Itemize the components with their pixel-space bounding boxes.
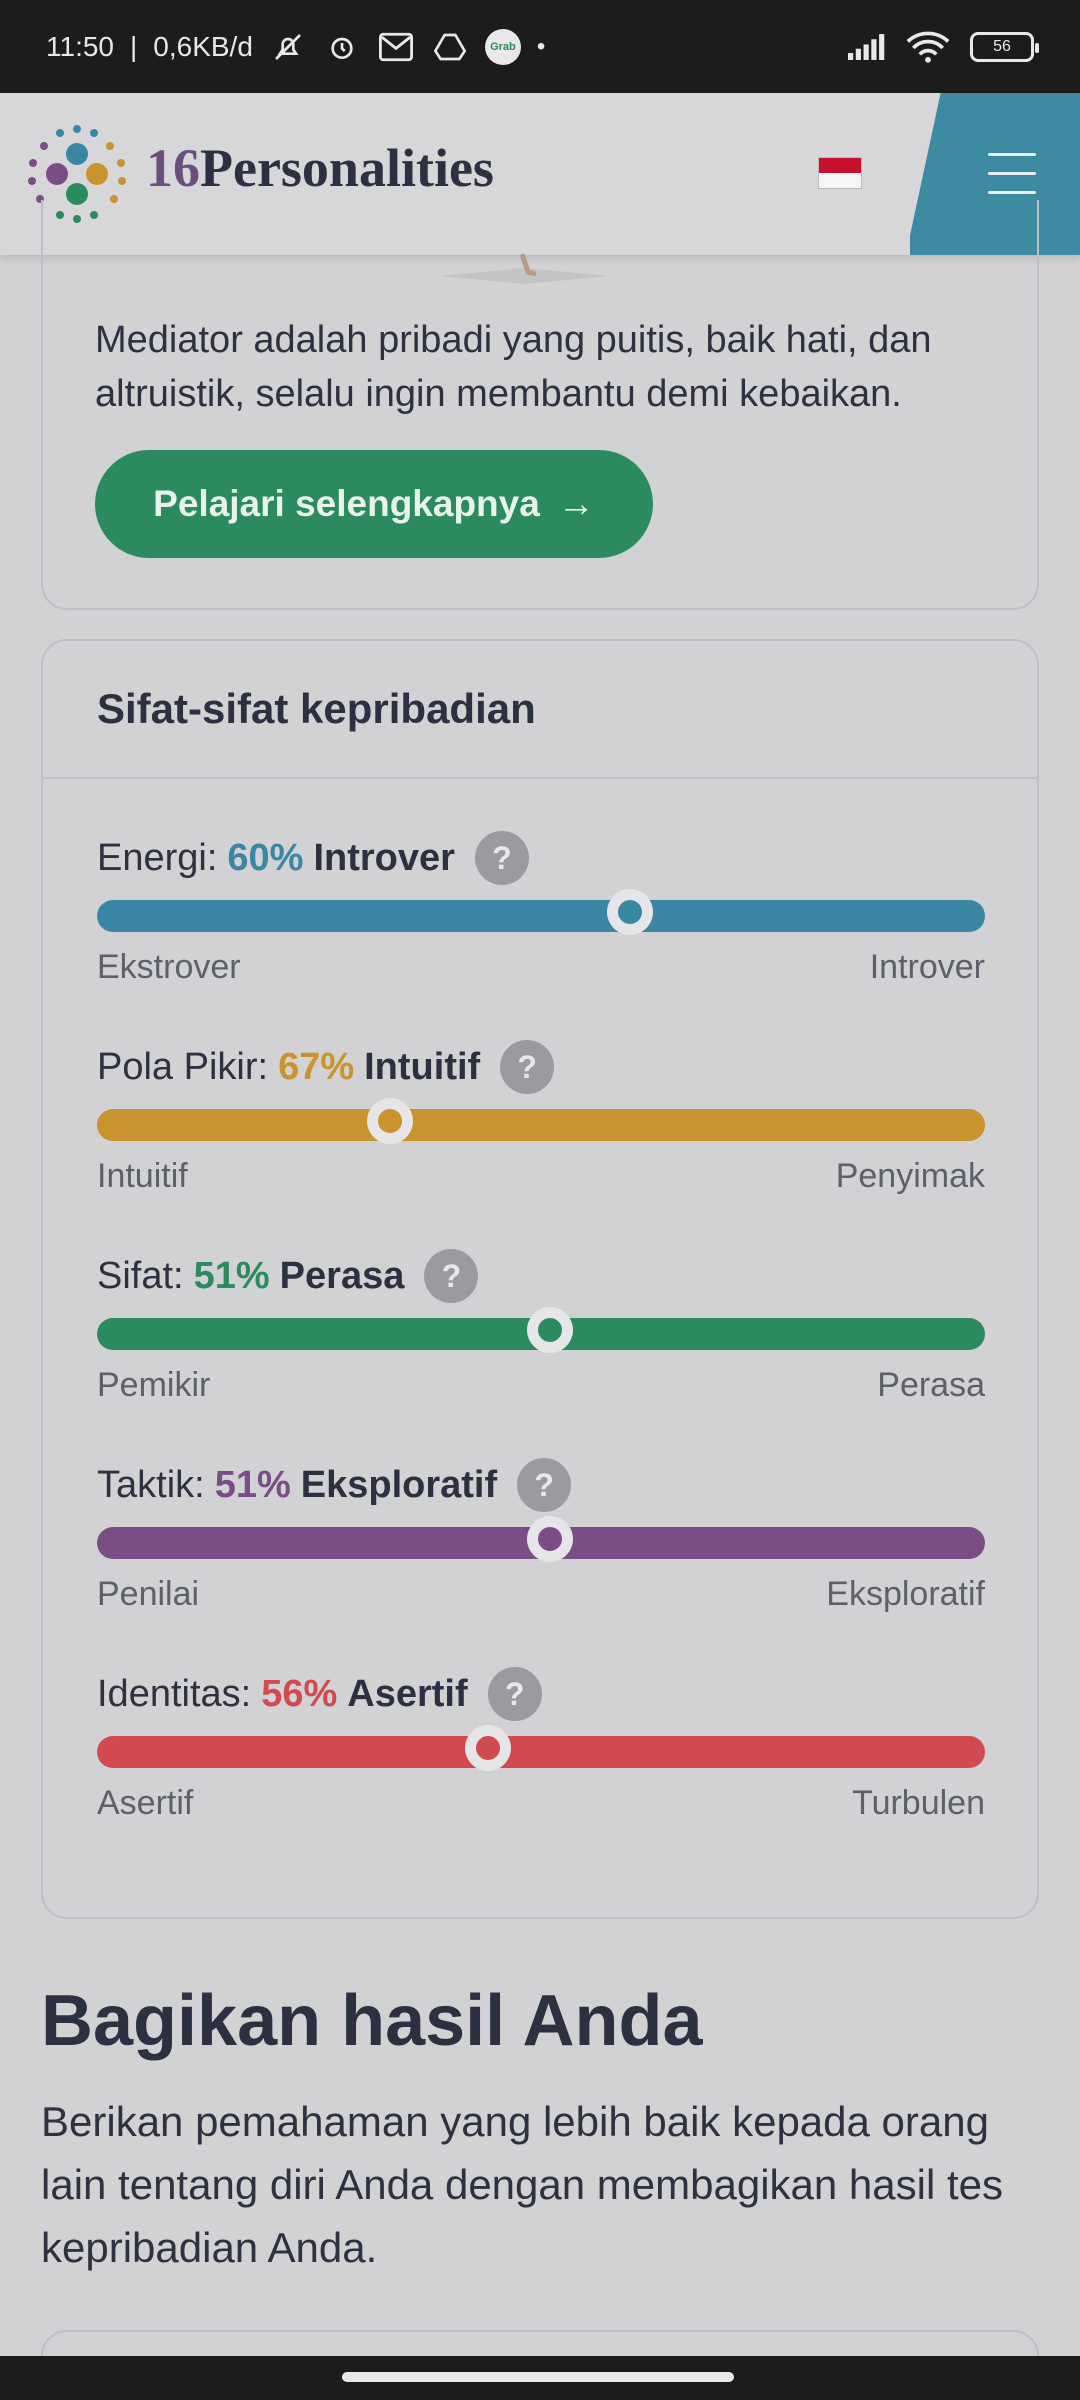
home-gesture-handle[interactable] <box>342 2372 734 2382</box>
brand-number: 16 <box>146 138 200 198</box>
trait-percent: 51% <box>193 1254 270 1297</box>
trait-right-pole: Perasa <box>877 1366 985 1404</box>
battery-icon: 56 <box>970 31 1039 62</box>
trait-slider-knob[interactable] <box>526 1307 573 1353</box>
trait-label: Pola Pikir: <box>97 1045 269 1088</box>
trait-value: Intuitif <box>364 1045 481 1088</box>
wifi-icon <box>904 28 952 66</box>
drive-icon <box>431 28 469 66</box>
traits-card-divider <box>43 777 1037 779</box>
help-icon[interactable]: ? <box>517 1458 572 1512</box>
trait-bar <box>97 1516 985 1562</box>
bell-off-icon <box>269 28 307 66</box>
grab-icon: Grab <box>484 28 521 65</box>
mediator-illustration <box>440 254 610 284</box>
trait-label: Energi: <box>97 836 218 879</box>
signal-icon <box>848 28 886 66</box>
brand-name: Personalities <box>200 138 494 198</box>
gmail-icon <box>377 28 415 66</box>
trait-slider-knob[interactable] <box>464 1725 511 1771</box>
trait-left-pole: Ekstrover <box>97 948 241 986</box>
trait-identity: Identitas: 56% Asertif ? Asertif Turbule… <box>97 1666 985 1822</box>
trait-left-pole: Intuitif <box>97 1157 188 1195</box>
trait-label: Identitas: <box>97 1672 252 1715</box>
help-icon[interactable]: ? <box>487 1667 542 1721</box>
learn-more-button[interactable]: Pelajari selengkapnya → <box>95 450 653 558</box>
trait-right-pole: Turbulen <box>852 1784 985 1822</box>
trait-percent: 51% <box>214 1463 291 1506</box>
trait-tactics: Taktik: 51% Eksploratif ? Penilai Eksplo… <box>97 1457 985 1613</box>
trait-left-pole: Penilai <box>97 1575 200 1613</box>
trait-value: Eksploratif <box>300 1463 498 1506</box>
trait-mind: Pola Pikir: 67% Intuitif ? Intuitif Peny… <box>97 1039 985 1195</box>
share-heading: Bagikan hasil Anda <box>41 1981 703 2061</box>
trait-bar <box>97 889 985 935</box>
help-icon[interactable]: ? <box>500 1040 555 1094</box>
system-nav-bar <box>0 2356 1080 2400</box>
trait-percent: 56% <box>261 1672 338 1715</box>
trait-slider-knob[interactable] <box>606 889 653 935</box>
help-icon[interactable]: ? <box>424 1249 479 1303</box>
trait-value: Perasa <box>279 1254 405 1297</box>
trait-bar <box>97 1725 985 1771</box>
battery-level: 56 <box>993 37 1011 55</box>
trait-bar <box>97 1098 985 1144</box>
status-dot: • <box>536 32 546 60</box>
trait-label: Taktik: <box>97 1463 205 1506</box>
trait-slider-knob[interactable] <box>367 1098 414 1144</box>
trait-percent: 60% <box>227 836 304 879</box>
trait-value: Introver <box>313 836 455 879</box>
trait-left-pole: Pemikir <box>97 1366 211 1404</box>
trait-left-pole: Asertif <box>97 1784 194 1822</box>
brand-logo-text[interactable]: 16Personalities <box>146 137 494 199</box>
mediator-description: Mediator adalah pribadi yang puitis, bai… <box>95 319 932 415</box>
trait-label: Sifat: <box>97 1254 184 1297</box>
trait-bar <box>97 1307 985 1353</box>
arrow-right-icon: → <box>557 483 595 524</box>
trait-nature: Sifat: 51% Perasa ? Pemikir Perasa <box>97 1248 985 1404</box>
trait-right-pole: Eksploratif <box>826 1575 985 1613</box>
learn-more-label: Pelajari selengkapnya <box>153 483 540 524</box>
indonesia-flag-icon[interactable] <box>818 157 862 189</box>
trait-slider-knob[interactable] <box>526 1516 573 1562</box>
alarm-icon <box>323 28 361 66</box>
status-separator: | <box>130 30 138 62</box>
grab-label: Grab <box>490 40 516 53</box>
status-bar: 11:50 | 0,6KB/d Grab • 56 <box>0 0 1080 93</box>
status-time: 11:50 <box>46 30 114 62</box>
trait-right-pole: Penyimak <box>835 1157 985 1195</box>
trait-right-pole: Introver <box>869 948 985 986</box>
status-net-speed: 0,6KB/d <box>153 30 253 62</box>
trait-energy: Energi: 60% Introver ? Ekstrover Introve… <box>97 830 985 986</box>
traits-card-title: Sifat-sifat kepribadian <box>97 685 536 732</box>
help-icon[interactable]: ? <box>474 831 529 885</box>
share-description: Berikan pemahaman yang lebih baik kepada… <box>41 2098 1003 2271</box>
personality-traits-card: Sifat-sifat kepribadian Energi: 60% Intr… <box>41 639 1039 1919</box>
trait-value: Asertif <box>347 1672 468 1715</box>
trait-percent: 67% <box>278 1045 355 1088</box>
